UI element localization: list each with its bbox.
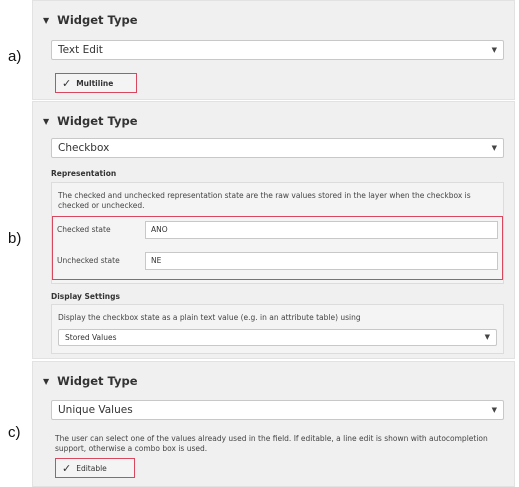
display-settings-group: Display the checkbox state as a plain te… xyxy=(51,304,504,354)
widget-panel-b: ▼ Widget Type Checkbox ▼ Representation … xyxy=(32,101,515,359)
state-fields-highlight: Checked state ANO Unchecked state NE xyxy=(52,216,503,280)
combo-value: Stored Values xyxy=(65,333,117,342)
representation-group: The checked and unchecked representation… xyxy=(51,182,504,284)
multiline-label: Multiline xyxy=(76,78,114,88)
checked-state-label: Checked state xyxy=(57,225,111,234)
widget-type-combo-a[interactable]: Text Edit ▼ xyxy=(51,40,504,60)
widget-type-title: Widget Type xyxy=(57,114,138,128)
widget-type-header-b[interactable]: ▼ Widget Type xyxy=(43,114,138,128)
chevron-down-icon: ▼ xyxy=(484,333,490,341)
representation-description: The checked and unchecked representation… xyxy=(58,191,471,210)
unchecked-state-input[interactable]: NE xyxy=(145,252,498,270)
combo-value: Text Edit xyxy=(58,44,103,56)
widget-type-combo-b[interactable]: Checkbox ▼ xyxy=(51,138,504,158)
display-settings-combo[interactable]: Stored Values ▼ xyxy=(58,329,497,346)
collapse-icon: ▼ xyxy=(43,15,50,25)
unchecked-state-label: Unchecked state xyxy=(57,256,120,265)
widget-type-title: Widget Type xyxy=(57,374,138,388)
label-b: b) xyxy=(8,230,22,247)
widget-type-header-a[interactable]: ▼ Widget Type xyxy=(43,13,138,27)
collapse-icon: ▼ xyxy=(43,376,50,386)
combo-value: Unique Values xyxy=(58,404,133,416)
multiline-checkbox[interactable]: ✓ Multiline xyxy=(55,73,137,93)
check-icon: ✓ xyxy=(62,461,72,475)
collapse-icon: ▼ xyxy=(43,116,50,126)
chevron-down-icon: ▼ xyxy=(491,144,497,152)
unique-values-description: The user can select one of the values al… xyxy=(55,434,488,453)
display-settings-description: Display the checkbox state as a plain te… xyxy=(58,313,361,322)
label-a: a) xyxy=(8,48,22,65)
widget-type-header-c[interactable]: ▼ Widget Type xyxy=(43,374,138,388)
display-settings-title: Display Settings xyxy=(51,292,120,301)
representation-title: Representation xyxy=(51,169,117,178)
label-c: c) xyxy=(8,424,21,441)
combo-value: Checkbox xyxy=(58,142,110,154)
editable-label: Editable xyxy=(76,463,107,473)
widget-panel-a: ▼ Widget Type Text Edit ▼ ✓ Multiline xyxy=(32,0,515,100)
check-icon: ✓ xyxy=(62,76,72,90)
editable-checkbox[interactable]: ✓ Editable xyxy=(55,458,135,478)
chevron-down-icon: ▼ xyxy=(491,406,497,414)
widget-panel-c: ▼ Widget Type Unique Values ▼ The user c… xyxy=(32,361,515,487)
widget-type-title: Widget Type xyxy=(57,13,138,27)
chevron-down-icon: ▼ xyxy=(491,46,497,54)
checked-state-input[interactable]: ANO xyxy=(145,221,498,239)
widget-type-combo-c[interactable]: Unique Values ▼ xyxy=(51,400,504,420)
